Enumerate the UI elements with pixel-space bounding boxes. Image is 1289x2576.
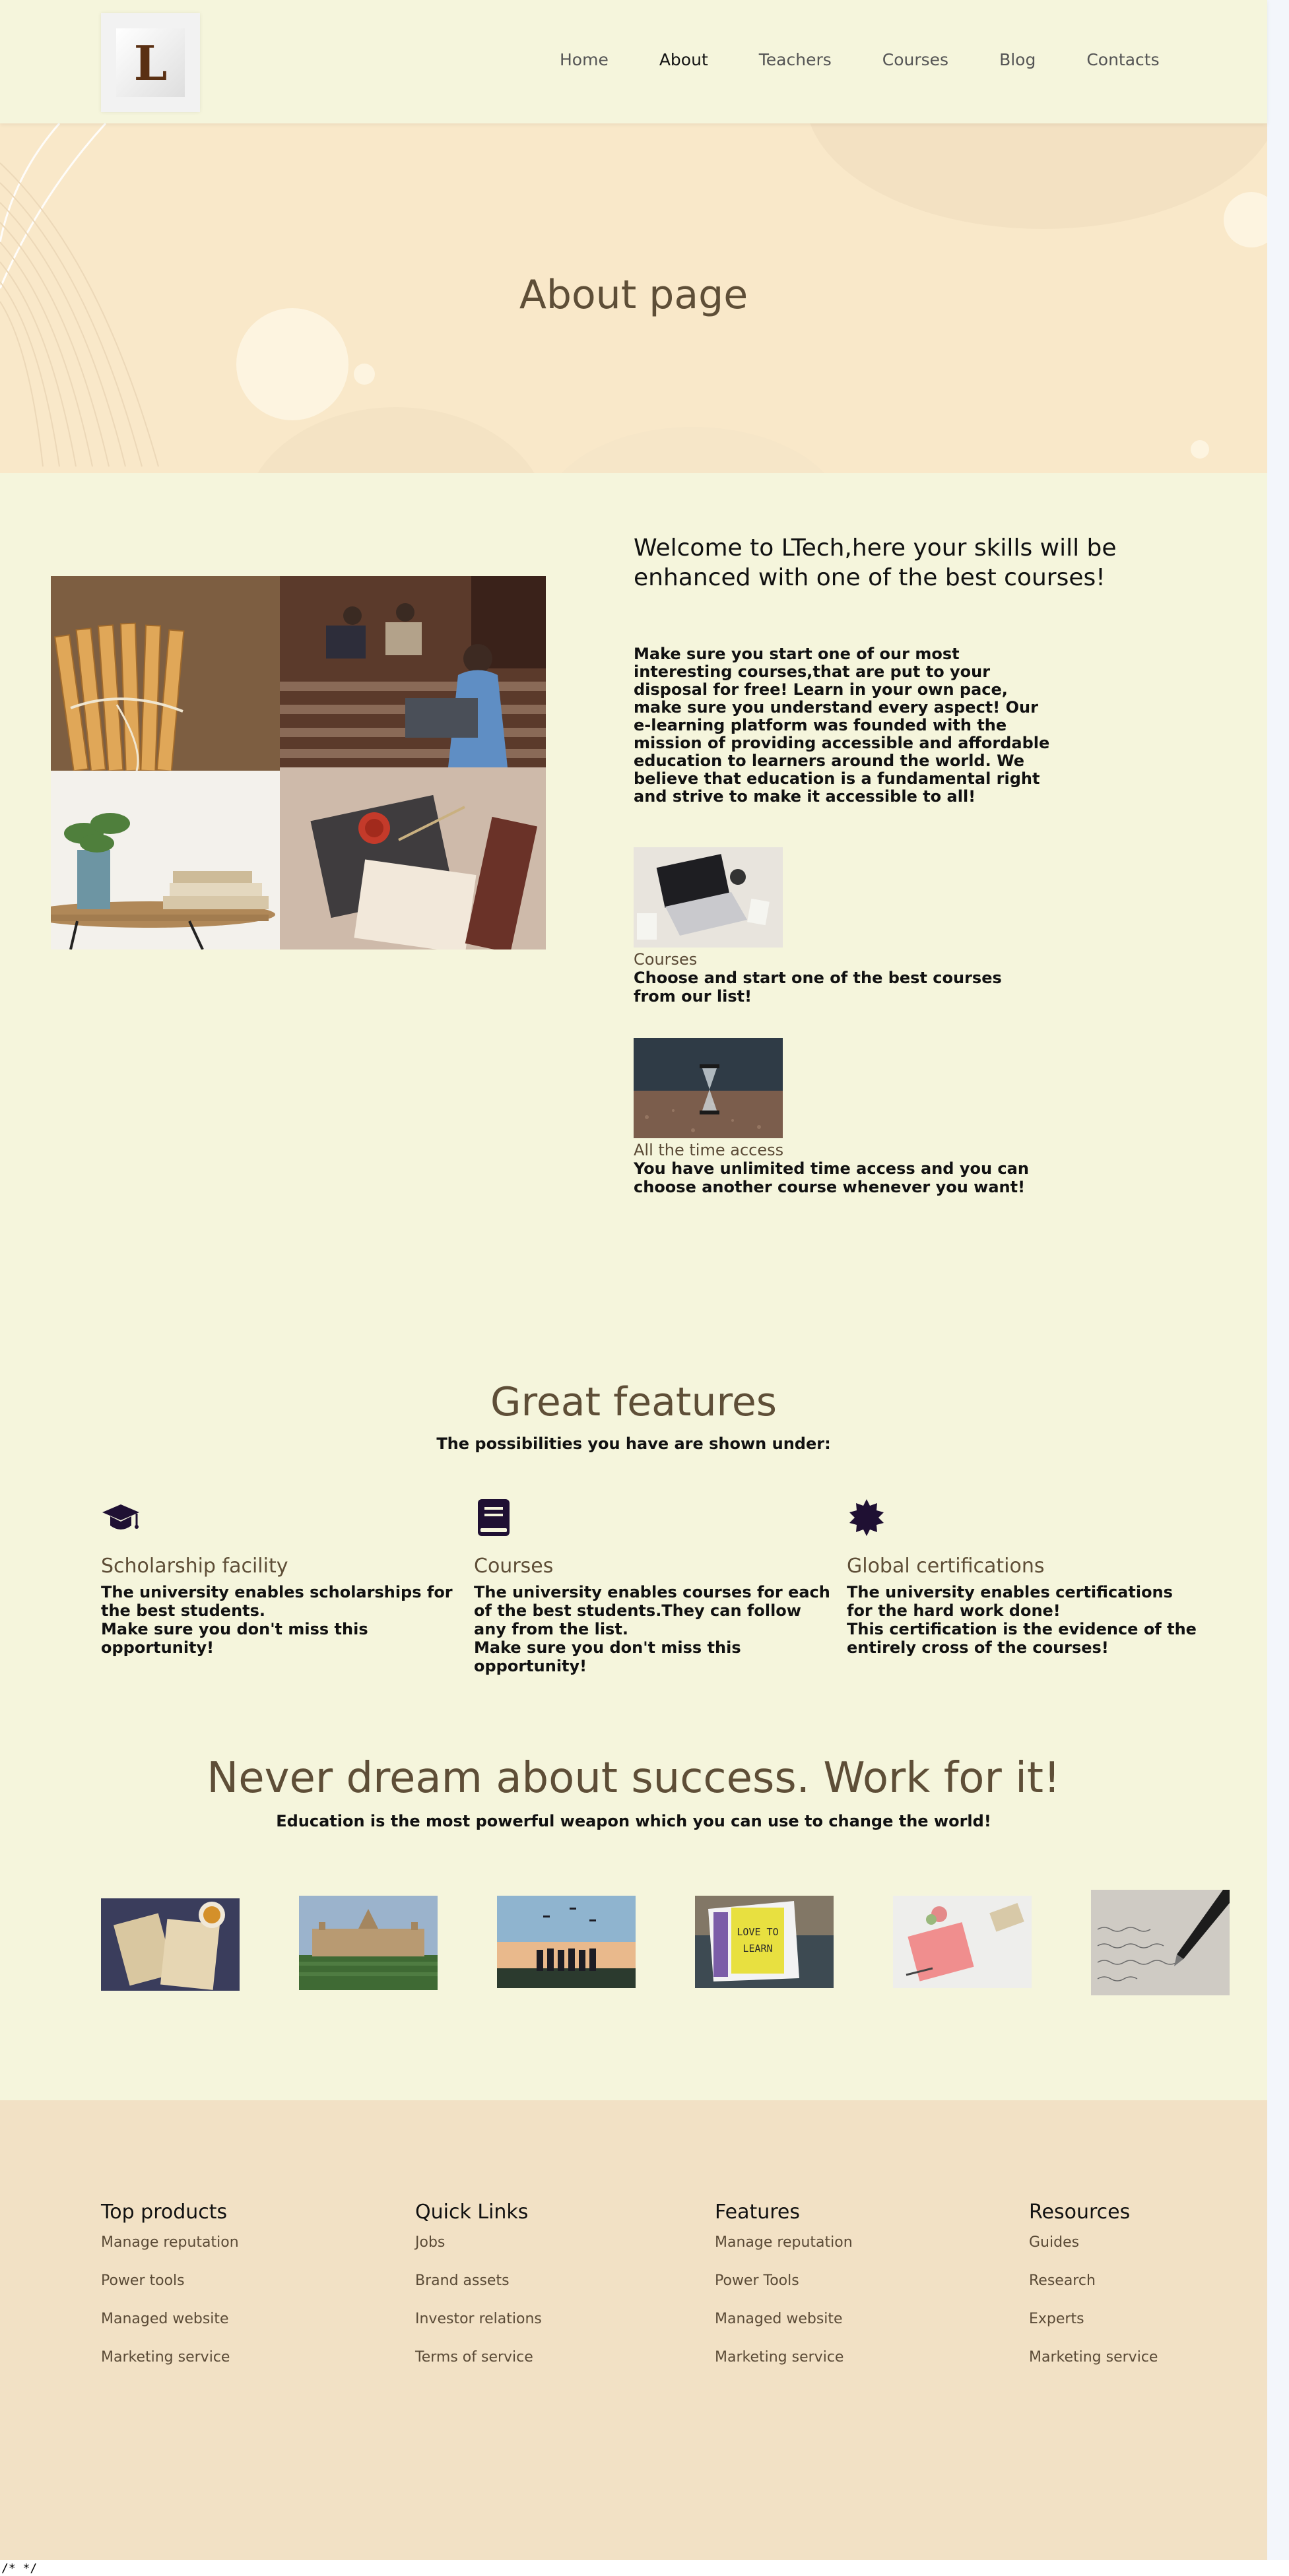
- welcome-heading: Welcome to LTech,here your skills will b…: [634, 534, 1117, 591]
- features-subtitle: The possibilities you have are shown und…: [436, 1434, 831, 1453]
- gallery-graduates-photo: [497, 1896, 636, 1988]
- feature-text: The university enables certifications fo…: [847, 1583, 1197, 1657]
- feature-title: Courses: [474, 1555, 554, 1578]
- footer-link[interactable]: Power tools: [101, 2271, 239, 2309]
- footer-col-features: Features Manage reputation Power Tools M…: [715, 2201, 853, 2386]
- hourglass-photo: [634, 1038, 783, 1138]
- students-stairs-photo: [280, 576, 546, 767]
- love-to-learn-sign: LOVE TO: [737, 1926, 778, 1938]
- footer-link[interactable]: Investor relations: [415, 2309, 542, 2348]
- access-card-text: You have unlimited time access and you c…: [634, 1159, 1029, 1196]
- photo-mosaic: [51, 576, 546, 950]
- feature-certifications: Global certifications The university ena…: [847, 1498, 1203, 1657]
- quote-heading: Never dream about success. Work for it!: [207, 1754, 1061, 1803]
- pencils-photo: [51, 576, 280, 771]
- footer-link[interactable]: Manage reputation: [101, 2233, 239, 2271]
- nav-teachers[interactable]: Teachers: [759, 50, 832, 69]
- footer-col-title: Features: [715, 2201, 800, 2224]
- gallery-pen-writing-photo: [1091, 1890, 1230, 1995]
- gallery-university-photo: [299, 1896, 438, 1990]
- footer-link[interactable]: Experts: [1029, 2309, 1158, 2348]
- page-bottom-strip: [0, 2560, 1289, 2576]
- gallery-love-to-learn-photo: LOVE TO LEARN: [695, 1896, 834, 1988]
- footer-link[interactable]: Managed website: [101, 2309, 239, 2348]
- feature-text: The university enables courses for each …: [474, 1583, 830, 1675]
- hero-banner: About page: [0, 123, 1267, 473]
- graduation-cap-icon: [102, 1504, 139, 1530]
- stray-css-comment: /* */: [1, 2561, 38, 2575]
- logo-letter: L: [133, 34, 168, 91]
- site-footer: Top products Manage reputation Power too…: [0, 2100, 1267, 2560]
- laptop-photo: [634, 847, 783, 948]
- nav-blog[interactable]: Blog: [999, 50, 1036, 69]
- nav-courses[interactable]: Courses: [882, 50, 948, 69]
- svg-text:LEARN: LEARN: [743, 1943, 772, 1954]
- page-title: About page: [519, 272, 748, 318]
- nav-contacts[interactable]: Contacts: [1086, 50, 1159, 69]
- footer-link[interactable]: Guides: [1029, 2233, 1158, 2271]
- courses-card-label: Courses: [634, 950, 698, 969]
- main-nav: Home About Teachers Courses Blog Contact…: [560, 50, 1160, 69]
- footer-col-top-products: Top products Manage reputation Power too…: [101, 2201, 239, 2386]
- gallery-notebooks-photo: [101, 1898, 240, 1991]
- footer-col-title: Quick Links: [415, 2201, 529, 2224]
- access-card-label: All the time access: [634, 1141, 784, 1159]
- nav-about[interactable]: About: [659, 50, 708, 69]
- footer-link[interactable]: Jobs: [415, 2233, 542, 2271]
- page: L Home About Teachers Courses Blog Conta…: [0, 0, 1267, 2560]
- footer-link[interactable]: Marketing service: [715, 2348, 853, 2386]
- feature-text: The university enables scholarships for …: [101, 1583, 453, 1657]
- footer-link[interactable]: Power Tools: [715, 2271, 853, 2309]
- footer-link[interactable]: Brand assets: [415, 2271, 542, 2309]
- certificate-icon: [849, 1499, 884, 1536]
- footer-link[interactable]: Research: [1029, 2271, 1158, 2309]
- nav-home[interactable]: Home: [560, 50, 609, 69]
- book-icon: [478, 1499, 510, 1536]
- plant-books-photo: [51, 771, 280, 950]
- feature-scholarship: Scholarship facility The university enab…: [101, 1498, 457, 1657]
- site-header: L Home About Teachers Courses Blog Conta…: [0, 0, 1267, 123]
- logo[interactable]: L: [101, 13, 200, 112]
- quote-subtitle: Education is the most powerful weapon wh…: [276, 1812, 991, 1830]
- gallery-notebook-flowers-photo: [893, 1896, 1032, 1988]
- footer-link[interactable]: Marketing service: [1029, 2348, 1158, 2386]
- desk-apple-photo: [280, 767, 546, 950]
- courses-card-text: Choose and start one of the best courses…: [634, 969, 1002, 1006]
- scrollbar-gutter: [1267, 0, 1289, 2576]
- footer-link[interactable]: Terms of service: [415, 2348, 542, 2386]
- welcome-paragraph: Make sure you start one of our most inte…: [634, 645, 1050, 806]
- features-heading: Great features: [490, 1379, 777, 1425]
- footer-col-title: Resources: [1029, 2201, 1131, 2224]
- footer-link[interactable]: Marketing service: [101, 2348, 239, 2386]
- feature-title: Global certifications: [847, 1555, 1045, 1578]
- feature-title: Scholarship facility: [101, 1555, 288, 1578]
- footer-col-resources: Resources Guides Research Experts Market…: [1029, 2201, 1158, 2386]
- footer-link[interactable]: Manage reputation: [715, 2233, 853, 2271]
- footer-col-quick-links: Quick Links Jobs Brand assets Investor r…: [415, 2201, 542, 2386]
- feature-courses: Courses The university enables courses f…: [474, 1498, 830, 1675]
- footer-link[interactable]: Managed website: [715, 2309, 853, 2348]
- footer-col-title: Top products: [101, 2201, 228, 2224]
